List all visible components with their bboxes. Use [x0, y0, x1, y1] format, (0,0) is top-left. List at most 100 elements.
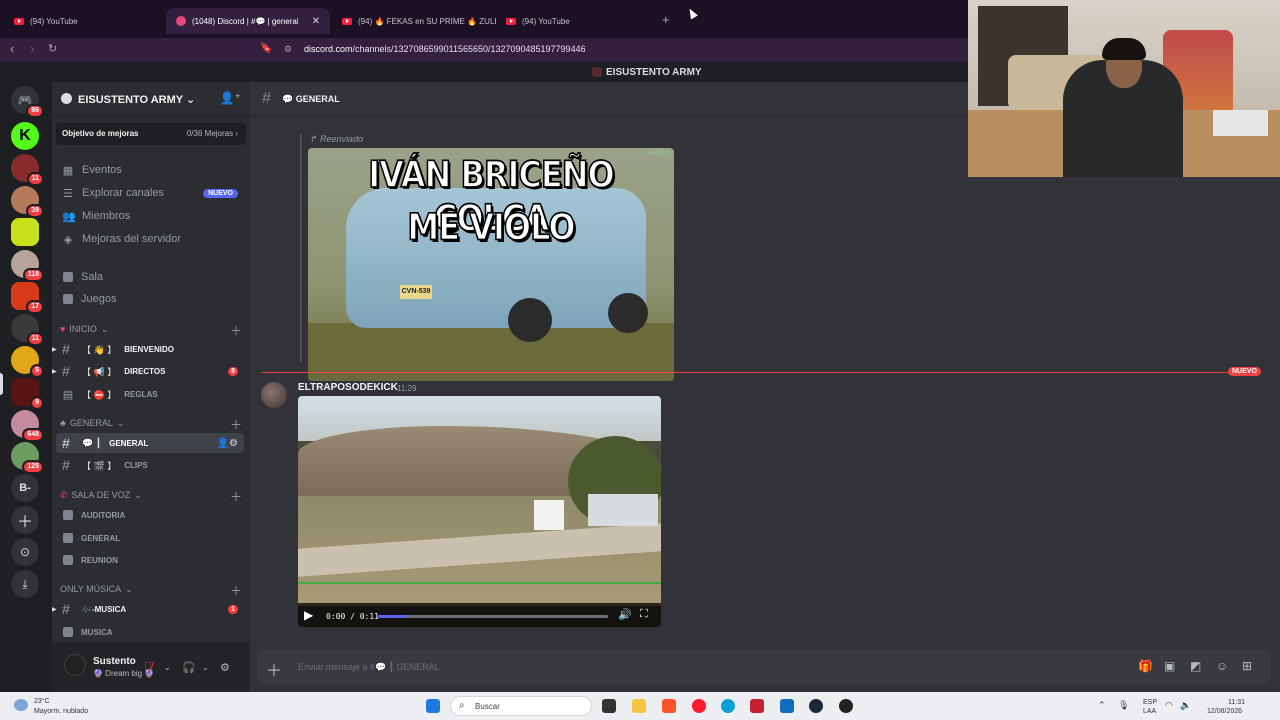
browser-tab[interactable]: (94) 🔥 FEKAS en SU PRIME 🔥 ZULLY [332, 8, 496, 34]
create-channel-icon[interactable]: ＋ [230, 488, 242, 505]
server-icon-eisustento[interactable]: 9 [11, 378, 44, 410]
message-composer[interactable]: ＋ Enviar mensaje a #💬 ┃ GENERAL 🎁 ▣ ◩ ☺ … [258, 650, 1270, 684]
menu-browse-channels[interactable]: ☰ Explorar canales NUEVO [56, 183, 244, 203]
volume-icon[interactable]: 🔊 [618, 608, 632, 621]
avatar[interactable] [64, 654, 86, 676]
category-inicio[interactable]: ♥ INICIO ⌄ [60, 322, 108, 336]
site-info-icon[interactable]: ⚙ [284, 44, 292, 55]
boost-goal[interactable]: Objetivo de mejoras 0/36 Mejoras › [56, 123, 246, 145]
brave-icon[interactable] [662, 699, 676, 713]
server-icon-10[interactable]: 125 [11, 442, 44, 474]
voice-channel-reunion[interactable]: REUNION [56, 550, 244, 570]
calendar-icon: ▦ [62, 164, 74, 177]
chevron-up-icon[interactable]: ⌃ [1098, 700, 1106, 711]
server-icon-3[interactable] [11, 218, 39, 246]
video-progress-track[interactable] [378, 615, 608, 618]
invite-settings-icons[interactable]: 👤⚙ [217, 438, 238, 449]
chevron-down-icon[interactable]: ⌄ [202, 663, 209, 672]
obs-icon[interactable] [839, 699, 853, 713]
opera-icon[interactable] [692, 699, 706, 713]
invite-icon[interactable]: 👤⁺ [220, 91, 241, 105]
close-icon[interactable]: ✕ [312, 16, 320, 27]
server-kick[interactable]: K [11, 122, 39, 150]
menu-server-boosts[interactable]: ◈ Mejoras del servidor [56, 229, 244, 249]
fullscreen-icon[interactable]: ⛶ [640, 608, 648, 621]
channel-label: reglas [124, 389, 158, 399]
apps-icon[interactable]: ⊞ [1242, 659, 1252, 673]
attach-plus-icon[interactable]: ＋ [266, 657, 282, 681]
video-attachment[interactable]: ▶ 0:00 / 0:11 🔊 ⛶ [298, 396, 661, 627]
server-icon-2[interactable]: 39 [11, 186, 44, 218]
voice-channel-sala[interactable]: Sala [56, 267, 244, 287]
category-only-musica[interactable]: ONLY MÚSICA ⌄ [60, 582, 133, 596]
headphones-icon[interactable]: 🎧 [182, 661, 196, 674]
play-icon[interactable]: ▶ [304, 608, 313, 622]
channel-general[interactable]: # 💬 ┃ general 👤⚙ [56, 433, 244, 453]
emoji-icon[interactable]: ☺ [1216, 659, 1228, 673]
server-icon-5[interactable]: 17 [11, 282, 44, 314]
wifi-icon[interactable]: ◠ [1165, 700, 1173, 711]
server-icon-1[interactable]: 11 [11, 154, 44, 186]
url-field[interactable]: discord.com/channels/1327086599011565650… [304, 44, 586, 54]
start-icon[interactable] [426, 699, 440, 713]
browser-tab[interactable]: (94) YouTube [4, 8, 166, 34]
category-general[interactable]: ♣ GENERAL ⌄ [60, 416, 124, 430]
volume-icon[interactable]: 🔈 [1180, 700, 1191, 711]
channel-label: directos [124, 366, 166, 376]
chevron-down-icon[interactable]: ⌄ [164, 663, 171, 672]
app-icon[interactable] [750, 699, 764, 713]
channel-musica-text[interactable]: ▶ # 🎶-musica 1 [52, 599, 244, 619]
back-icon[interactable]: ‹ [10, 41, 14, 56]
create-channel-icon[interactable]: ＋ [230, 322, 242, 339]
channel-reglas[interactable]: ▤ 【 ⛔ 】 reglas [56, 384, 244, 404]
gif-icon[interactable]: ▣ [1164, 659, 1175, 673]
keyboard-layout-label[interactable]: LAA [1143, 708, 1156, 715]
server-icon-6[interactable]: 11 [11, 314, 44, 346]
category-sala-de-voz[interactable]: ✆ SALA DE VOZ ⌄ [60, 488, 142, 502]
clock-date[interactable]: 12/08/2026 [1207, 708, 1242, 715]
reload-icon[interactable]: ↻ [48, 42, 57, 55]
store-icon[interactable] [780, 699, 794, 713]
menu-events[interactable]: ▦ Eventos [56, 160, 244, 180]
gift-icon[interactable]: 🎁 [1138, 659, 1153, 673]
mic-icon[interactable]: 🎙 [1118, 700, 1129, 711]
download-apps-button[interactable]: ⤓ [11, 570, 39, 598]
meme-image[interactable]: CVN-539 HORA IVÁN BRICEÑO COLCA ME VIOLO [308, 148, 674, 381]
voice-channel-auditoria[interactable]: AUDITORIA [56, 505, 244, 525]
add-server-button[interactable]: ＋ [11, 506, 39, 534]
voice-channel-musica[interactable]: MUSICA [56, 622, 244, 642]
channel-bienvenido[interactable]: ▶ # 【 👋 】 bienvenido [52, 339, 244, 359]
taskbar-search[interactable]: ⌕ Buscar [450, 696, 592, 716]
message-author[interactable]: ELTRAPOSODEKICK [298, 382, 398, 393]
server-icon-4[interactable]: 118 [11, 250, 44, 282]
bookmark-icon[interactable]: 🔖 [260, 43, 272, 54]
voice-channel-general[interactable]: GENERAL [56, 528, 244, 548]
task-view-icon[interactable] [602, 699, 616, 713]
create-channel-icon[interactable]: ＋ [230, 582, 242, 599]
direct-messages-button[interactable]: 🎮 86 [11, 86, 44, 118]
explore-servers-button[interactable]: ⊙ [11, 538, 39, 566]
gear-icon[interactable]: ⚙ [220, 661, 230, 674]
server-header[interactable]: EISUSTENTO ARMY ⌄ 👤⁺ [52, 82, 250, 116]
channel-directos[interactable]: ▶ # 【 📢 】 directos 8 [52, 361, 244, 381]
forward-icon[interactable]: › [30, 41, 34, 56]
voice-channel-juegos[interactable]: Juegos [56, 289, 244, 309]
edge-icon[interactable] [721, 699, 735, 713]
mic-muted-icon[interactable]: 🎙̸ [144, 661, 152, 673]
file-explorer-icon[interactable] [632, 699, 646, 713]
speaker-icon [63, 555, 73, 565]
sticker-icon[interactable]: ◩ [1190, 659, 1201, 673]
server-b[interactable]: B- [11, 474, 39, 502]
clock-time[interactable]: 11:31 [1228, 699, 1245, 706]
menu-members[interactable]: 👥 Miembros [56, 206, 244, 226]
create-channel-icon[interactable]: ＋ [230, 416, 242, 433]
browser-tab[interactable]: (94) YouTube [496, 8, 660, 34]
new-tab-button[interactable]: + [662, 12, 670, 27]
avatar[interactable] [261, 382, 287, 408]
server-icon-7[interactable]: 5 [11, 346, 44, 378]
server-icon-9[interactable]: 648 [11, 410, 44, 442]
language-label[interactable]: ESP [1143, 699, 1157, 706]
steam-icon[interactable] [809, 699, 823, 713]
channel-clips[interactable]: # 【 🎬 】 clips [56, 455, 244, 475]
browser-tab-active[interactable]: (1048) Discord | #💬 | general | E ✕ [166, 8, 330, 34]
